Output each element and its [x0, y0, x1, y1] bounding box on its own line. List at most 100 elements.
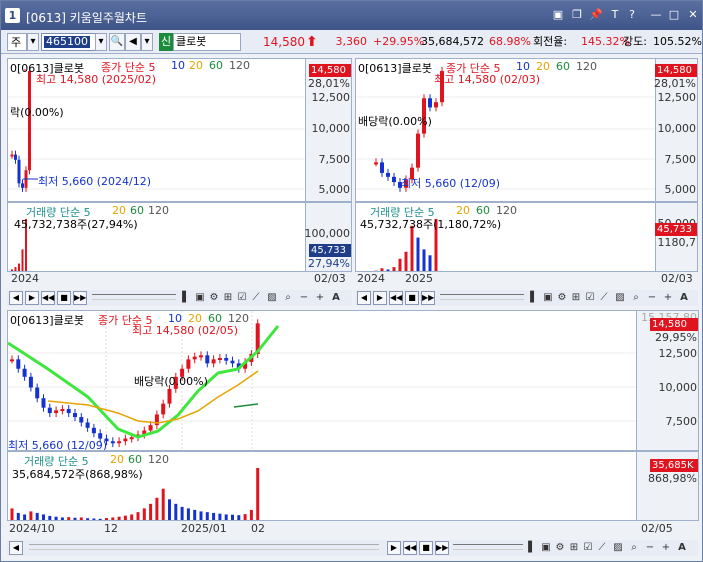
- chart-type-icon[interactable]: ▣: [541, 291, 555, 305]
- volume-bar: [79, 517, 83, 520]
- candle: [434, 102, 438, 108]
- help-icon[interactable]: ?: [625, 8, 639, 22]
- volume-bar: [73, 517, 77, 520]
- image-icon[interactable]: ▨: [265, 291, 279, 305]
- main-date: 2024/10: [9, 522, 55, 535]
- main-nav-bar: ◀ ▶ ◀◀ ■ ▶▶ ▌ ▣ ⚙ ⊞ ☑ ⟋ ▨ ⌕ − + A: [7, 540, 699, 556]
- text-icon[interactable]: A: [675, 541, 689, 555]
- price-tick: 12,500: [311, 91, 351, 104]
- weekly-volume-panel[interactable]: 거래량 단순 5 20 60 120 45,732,738주(1,180,72%…: [355, 202, 698, 272]
- search-icon[interactable]: 🔍: [109, 33, 125, 51]
- volume-bar: [86, 518, 90, 520]
- pin-icon[interactable]: 📌: [589, 8, 603, 22]
- fast-forward-button[interactable]: ▶▶: [435, 541, 449, 555]
- candle: [416, 133, 420, 168]
- chart-style-icon[interactable]: ⊞: [221, 291, 235, 305]
- period-dropdown-icon[interactable]: ▾: [27, 33, 39, 51]
- close-icon[interactable]: ✕: [686, 8, 700, 22]
- candle: [10, 359, 14, 362]
- image-icon[interactable]: ▨: [611, 541, 625, 555]
- maximize-icon[interactable]: □: [667, 8, 681, 22]
- rewind-button[interactable]: ◀◀: [403, 541, 417, 555]
- speaker-dropdown-icon[interactable]: ▾: [141, 33, 153, 51]
- font-icon[interactable]: T: [608, 8, 622, 22]
- zoom-out-icon[interactable]: −: [643, 541, 657, 555]
- scroll-left-button[interactable]: ◀: [9, 541, 23, 555]
- zoom-handle-icon[interactable]: ▌: [179, 291, 193, 305]
- indicator-icon[interactable]: ☑: [235, 291, 249, 305]
- draw-line-icon[interactable]: ⟋: [595, 541, 609, 555]
- volume-bar: [416, 237, 420, 271]
- weekly-name-label: 0[0613]클로봇: [358, 62, 432, 75]
- volume-bar: [149, 503, 153, 520]
- weekly-high-label: 최고 14,580 (02/03): [434, 73, 541, 86]
- fast-forward-button[interactable]: ▶▶: [73, 291, 87, 305]
- weekly-price-tag2: 28,01%: [654, 77, 696, 90]
- indicator-icon[interactable]: ☑: [583, 291, 597, 305]
- scroll-right-button[interactable]: ▶: [387, 541, 401, 555]
- stock-code-input[interactable]: 465100: [41, 33, 103, 51]
- minimize-icon[interactable]: —: [649, 8, 663, 22]
- chart-type-icon[interactable]: ▣: [539, 541, 553, 555]
- zoom-handle-icon[interactable]: ▌: [527, 291, 541, 305]
- chart-type-icon[interactable]: ▣: [193, 291, 207, 305]
- speaker-icon[interactable]: ◀: [125, 33, 141, 51]
- candle: [199, 355, 203, 358]
- magnifier-icon[interactable]: ⌕: [281, 291, 295, 305]
- rewind-button[interactable]: ◀◀: [41, 291, 55, 305]
- candle: [41, 398, 46, 408]
- main-pct-label: 배당락(0.00%): [134, 375, 208, 388]
- scroll-right-button[interactable]: ▶: [25, 291, 39, 305]
- daily-vol-tag: 45,733: [309, 244, 351, 257]
- main-low-label: 최저 5,660 (12/09): [8, 439, 108, 451]
- window-title: [0613] 키움일주월차트: [26, 11, 147, 25]
- image-icon[interactable]: ▨: [613, 291, 627, 305]
- zoom-slider[interactable]: [92, 294, 176, 300]
- zoom-handle-icon[interactable]: ▌: [525, 541, 539, 555]
- chart-style-icon[interactable]: ⊞: [569, 291, 583, 305]
- magnifier-icon[interactable]: ⌕: [629, 291, 643, 305]
- main-price-panel[interactable]: 0[0613]클로봇 종가 단순 5 10 20 60 120 최고 14,58…: [7, 310, 699, 451]
- rewind-button[interactable]: ◀◀: [389, 291, 403, 305]
- weekly-price-panel[interactable]: 0[0613]클로봇 종가 단순 5 10 20 60 120 최고 14,58…: [355, 58, 698, 202]
- copy-icon[interactable]: ❐: [570, 8, 584, 22]
- settings-gear-icon[interactable]: ⚙: [555, 291, 569, 305]
- zoom-slider[interactable]: [453, 544, 523, 550]
- scroll-left-button[interactable]: ◀: [9, 291, 23, 305]
- daily-volume-panel[interactable]: 거래량 단순 5 20 60 120 45,732,738주(27,94%) ■…: [7, 202, 352, 272]
- stop-button[interactable]: ■: [405, 291, 419, 305]
- code-dropdown-icon[interactable]: ▾: [95, 33, 107, 51]
- ma-period: 60: [556, 60, 570, 73]
- zoom-out-icon[interactable]: −: [645, 291, 659, 305]
- volume-bar: [205, 512, 209, 520]
- zoom-out-icon[interactable]: −: [297, 291, 311, 305]
- horizontal-scrollbar[interactable]: [29, 544, 379, 550]
- price-tick: 7,500: [665, 415, 698, 428]
- daily-price-panel[interactable]: 0[0613]클로봇 최고 14,580 (2025/02) 락(0.00%) …: [7, 58, 352, 202]
- scroll-left-button[interactable]: ◀: [357, 291, 371, 305]
- fast-forward-button[interactable]: ▶▶: [421, 291, 435, 305]
- draw-line-icon[interactable]: ⟋: [249, 291, 263, 305]
- main-date: 12: [104, 522, 118, 535]
- text-icon[interactable]: A: [329, 291, 343, 305]
- draw-line-icon[interactable]: ⟋: [597, 291, 611, 305]
- ma-period: 20: [189, 59, 203, 72]
- magnifier-icon[interactable]: ⌕: [627, 541, 641, 555]
- volume-bar: [136, 512, 140, 520]
- zoom-in-icon[interactable]: +: [661, 291, 675, 305]
- scroll-right-button[interactable]: ▶: [373, 291, 387, 305]
- period-select[interactable]: 주: [7, 33, 27, 51]
- settings-gear-icon[interactable]: ⚙: [207, 291, 221, 305]
- stop-button[interactable]: ■: [57, 291, 71, 305]
- main-volume-panel[interactable]: 거래량 단순 5 20 60 120 35,684,572주(868,98%) …: [7, 451, 699, 521]
- price-tick: 12,500: [657, 91, 697, 104]
- chart-style-icon[interactable]: ⊞: [567, 541, 581, 555]
- link-icon[interactable]: ▣: [551, 8, 565, 22]
- settings-gear-icon[interactable]: ⚙: [553, 541, 567, 555]
- zoom-in-icon[interactable]: +: [313, 291, 327, 305]
- zoom-slider[interactable]: [440, 294, 524, 300]
- stop-button[interactable]: ■: [419, 541, 433, 555]
- indicator-icon[interactable]: ☑: [581, 541, 595, 555]
- zoom-in-icon[interactable]: +: [659, 541, 673, 555]
- text-icon[interactable]: A: [677, 291, 691, 305]
